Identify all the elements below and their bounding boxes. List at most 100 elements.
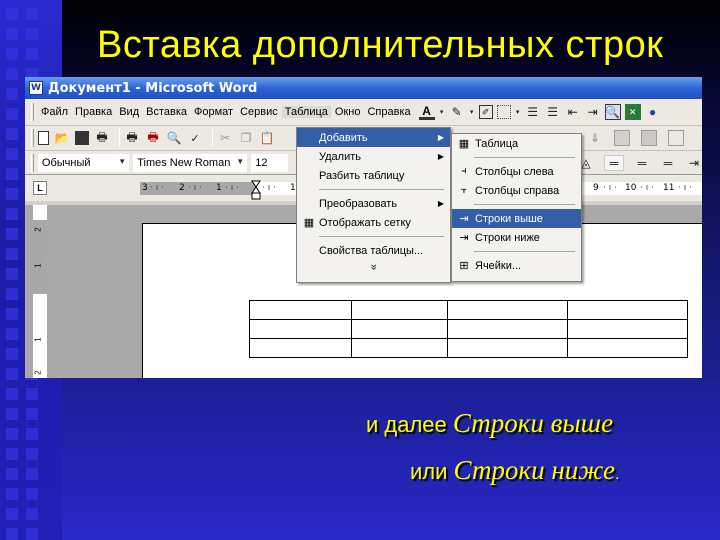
line-single-icon[interactable]: ═: [604, 154, 624, 171]
tab-selector[interactable]: L: [33, 181, 47, 195]
print-icon[interactable]: 🖶: [124, 130, 140, 146]
menu-item[interactable]: ⫞ Столбцы слева: [452, 162, 581, 181]
table-cell[interactable]: [447, 338, 568, 358]
print-preview-icon[interactable]: 🔍: [166, 130, 182, 146]
decorative-square: [6, 68, 18, 80]
increase-indent-icon[interactable]: ⇥: [585, 104, 601, 120]
font-select[interactable]: Times New Roman ▼: [133, 153, 248, 172]
menu-view[interactable]: Вид: [116, 106, 142, 118]
ruler-label: 2: [179, 183, 185, 193]
menu-item[interactable]: Удалить ▶: [297, 147, 450, 166]
print-red-icon[interactable]: 🖶: [145, 130, 161, 146]
line-double-icon[interactable]: ═: [634, 155, 650, 171]
expand-menu-button[interactable]: »: [367, 191, 381, 344]
decorative-square: [6, 28, 18, 40]
draw-table-icon[interactable]: ✐: [478, 105, 493, 119]
ruler-label: 2: [33, 370, 43, 375]
dropdown-icon[interactable]: ▾: [439, 104, 445, 120]
menu-edit[interactable]: Правка: [72, 106, 115, 118]
decorative-square: [6, 308, 18, 320]
style-select[interactable]: Обычный ▼: [37, 153, 130, 172]
chevron-down-icon[interactable]: ▼: [236, 157, 244, 166]
table-cell[interactable]: [249, 300, 352, 320]
line-thick-icon[interactable]: ═: [660, 155, 676, 171]
table-cell[interactable]: [447, 300, 568, 320]
menu-item[interactable]: ▦ Таблица: [452, 134, 581, 153]
menu-format[interactable]: Формат: [191, 106, 236, 118]
separator: [212, 129, 213, 147]
chevron-down-icon[interactable]: ▼: [118, 157, 126, 166]
decorative-square: [6, 408, 18, 420]
caption-prefix: или: [410, 459, 448, 484]
menu-tools[interactable]: Сервис: [237, 106, 281, 118]
numbering-icon[interactable]: ☰: [525, 104, 541, 120]
menu-item[interactable]: ⫟ Столбцы справа: [452, 181, 581, 200]
table-cell[interactable]: [447, 319, 568, 339]
menu-item-label: Добавить: [319, 131, 368, 144]
permission-icon[interactable]: 🖶: [94, 130, 110, 146]
caption-suffix: .: [614, 466, 620, 483]
menu-window[interactable]: Окно: [332, 106, 364, 118]
ruler-label: 2: [33, 227, 43, 232]
menu-separator: [319, 236, 444, 237]
table-cell[interactable]: [249, 338, 352, 358]
table-cell[interactable]: [249, 319, 352, 339]
borders-icon[interactable]: [496, 105, 511, 119]
open-icon[interactable]: 📂: [54, 130, 70, 146]
distribute-icon[interactable]: ⇥: [686, 155, 702, 171]
toolbar-grip[interactable]: [31, 153, 34, 172]
cut-icon[interactable]: ✂: [217, 130, 233, 146]
size-select[interactable]: 12: [251, 153, 288, 172]
menu-item-label: Столбцы слева: [475, 165, 554, 178]
insert-columns-icon[interactable]: ⇓: [587, 130, 603, 146]
bullets-icon[interactable]: ☰: [545, 104, 561, 120]
decorative-square: [26, 408, 38, 420]
menu-insert[interactable]: Вставка: [143, 106, 190, 118]
menu-item[interactable]: Добавить ▶: [297, 128, 450, 147]
menu-file[interactable]: Файл: [38, 106, 71, 118]
paste-icon[interactable]: 📋: [259, 130, 275, 146]
dropdown-icon[interactable]: ▾: [515, 104, 521, 120]
menu-item[interactable]: ⇥ Строки выше: [452, 209, 581, 228]
copy-icon[interactable]: ❐: [238, 130, 254, 146]
decorative-square: [6, 8, 18, 20]
highlight-icon[interactable]: ✎: [449, 104, 465, 120]
ruler-label: 9: [593, 183, 599, 193]
font-color-icon[interactable]: A: [418, 104, 435, 120]
table-cell[interactable]: [567, 338, 688, 358]
shading-icon[interactable]: [614, 130, 630, 146]
menu-item-label: Ячейки...: [475, 259, 522, 272]
help-icon[interactable]: ●: [645, 104, 661, 120]
document-table[interactable]: [249, 300, 688, 358]
excel-icon[interactable]: ✕: [624, 104, 641, 120]
separator: [119, 129, 120, 147]
submenu-arrow-icon: ▶: [437, 199, 444, 208]
spelling-icon[interactable]: ✓: [187, 130, 203, 146]
indent-marker-icon[interactable]: [251, 180, 261, 200]
dropdown-icon[interactable]: ▾: [469, 104, 475, 120]
table-menu: Добавить ▶ Удалить ▶ Разбить таблицу Преобраз…: [296, 127, 451, 283]
save-icon[interactable]: [75, 131, 89, 145]
menu-item[interactable]: ⊞ Ячейки...: [452, 256, 581, 275]
table-cell[interactable]: [567, 319, 688, 339]
ruler-label: 10: [625, 183, 637, 193]
toolbar-grip[interactable]: [31, 129, 34, 147]
shading2-icon[interactable]: [641, 130, 657, 146]
decorative-square: [6, 368, 18, 380]
new-document-icon[interactable]: [38, 131, 49, 145]
menu-table[interactable]: Таблица: [281, 106, 331, 118]
ruler-dots: · ı ·: [678, 183, 692, 193]
table-cell[interactable]: [567, 300, 688, 320]
toolbar-grip[interactable]: [31, 103, 34, 121]
submenu-arrow-icon: ▶: [437, 133, 444, 142]
print-preview-icon[interactable]: 🔍: [604, 104, 621, 120]
border-icon[interactable]: [668, 130, 684, 146]
decrease-indent-icon[interactable]: ⇤: [565, 104, 581, 120]
menu-item[interactable]: Разбить таблицу: [297, 166, 450, 185]
decorative-square: [6, 208, 18, 220]
decorative-square: [26, 488, 38, 500]
ruler-dots: · ı ·: [225, 183, 239, 193]
menu-item[interactable]: ⇥ Строки ниже: [452, 228, 581, 247]
menu-help[interactable]: Справка: [364, 106, 413, 118]
vertical-ruler[interactable]: 2 1 1 2: [33, 205, 47, 378]
